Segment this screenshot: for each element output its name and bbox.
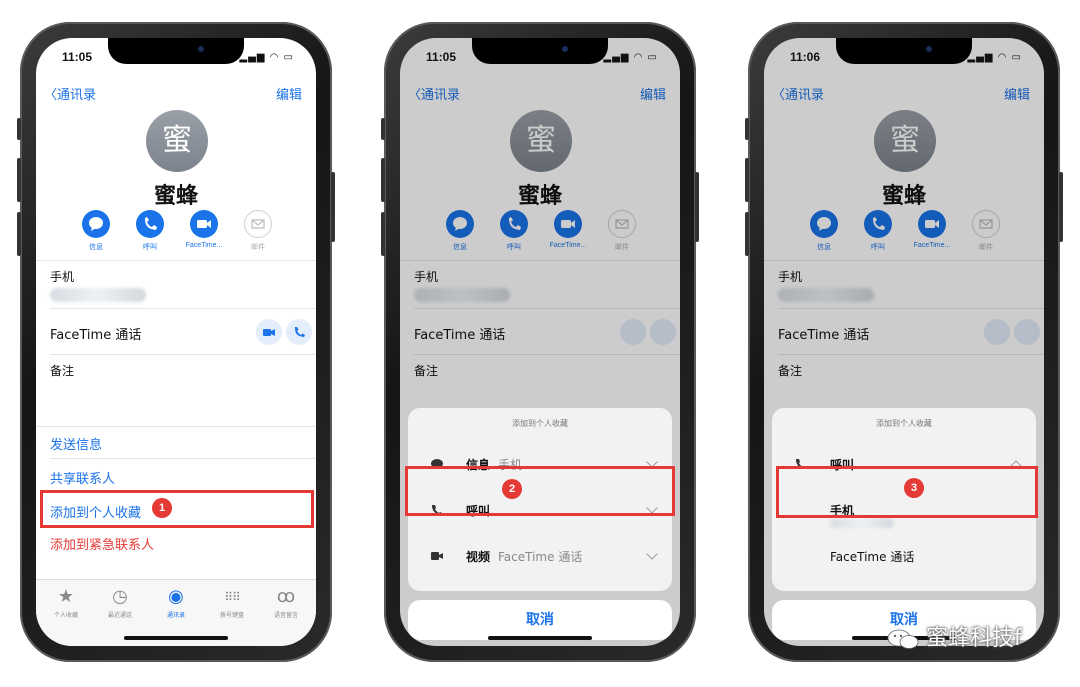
tab-favorites[interactable]: ★ 个人收藏 — [40, 586, 92, 619]
sheet-video-label: 视频 — [466, 550, 491, 564]
favorites-sheet-screen: 11:05 ▂▄▆ ◠ ▭ 〈通讯录 编辑 蜜 蜜蜂 信息 呼叫 FaceTim… — [400, 38, 680, 646]
status-time: 11:05 — [62, 50, 93, 64]
signal-wifi-battery-icon: ▂▄▆ ◠ ▭ — [239, 52, 294, 63]
phone-number-redacted[interactable] — [50, 288, 146, 302]
mail-icon — [251, 219, 265, 229]
cancel-button[interactable]: 取消 — [408, 600, 672, 640]
notch — [108, 38, 244, 64]
chevron-down-icon — [646, 548, 658, 560]
add-emergency-contact-link[interactable]: 添加到紧急联系人 — [50, 534, 154, 553]
sheet-row-video[interactable]: 视频 FaceTime 通话 — [408, 536, 672, 576]
phone-number-redacted — [830, 518, 894, 528]
notes-label: 备注 — [50, 364, 75, 378]
edit-button[interactable]: 编辑 — [276, 84, 302, 103]
tab-voicemail[interactable]: ꝏ 语音留言 — [260, 586, 312, 619]
phone-frame-3: 11:06 ▂▄▆ ◠ ▭ 〈通讯录 编辑 蜜 蜜蜂 信息 呼叫 FaceTim… — [745, 22, 1063, 662]
person-circle-icon: ◉ — [168, 586, 184, 607]
message-action-label: 信息 — [89, 244, 103, 251]
tab-contacts[interactable]: ◉ 通讯录 — [150, 586, 202, 619]
video-camera-icon — [197, 220, 211, 228]
tab-voicemail-label: 语音留言 — [273, 613, 298, 619]
quick-actions: 信息 呼叫 FaceTime... 邮件 — [36, 210, 316, 254]
mobile-label: 手机 — [50, 270, 75, 284]
back-label: 通讯录 — [57, 88, 97, 103]
volume-down-button — [17, 212, 21, 256]
mute-switch — [17, 118, 21, 140]
call-action-label: 呼叫 — [143, 244, 157, 251]
call-options-screen: 11:06 ▂▄▆ ◠ ▭ 〈通讯录 编辑 蜜 蜜蜂 信息 呼叫 FaceTim… — [764, 38, 1044, 646]
highlight-box-1 — [40, 490, 314, 528]
wechat-logo-icon — [886, 628, 920, 650]
sheet-facetime-option: FaceTime 通话 — [830, 550, 915, 564]
video-camera-icon — [263, 329, 275, 336]
step-badge-1: 1 — [152, 498, 172, 518]
facetime-video-button[interactable] — [256, 319, 282, 345]
contact-detail-screen: 11:05 ▂▄▆ ◠ ▭ 〈通讯录 编辑 蜜 蜜蜂 信息 呼叫 FaceTim… — [36, 38, 316, 646]
watermark-text: 蜜蜂科技f — [926, 626, 1022, 651]
sheet-video-sub: FaceTime 通话 — [498, 550, 583, 564]
facetime-action-label: FaceTime... — [185, 242, 223, 249]
mail-action[interactable]: 邮件 — [232, 210, 284, 252]
tab-recents-label: 最近通话 — [107, 613, 132, 619]
call-action[interactable]: 呼叫 — [124, 210, 176, 252]
back-button[interactable]: 〈通讯录 — [44, 84, 96, 103]
signal-wifi-battery-icon: ▂▄▆ ◠ ▭ — [603, 52, 658, 63]
status-time: 11:06 — [790, 50, 821, 64]
chevron-left-icon: 〈 — [44, 88, 58, 103]
voicemail-icon: ꝏ — [276, 586, 296, 607]
volume-up-button — [17, 158, 21, 202]
watermark: 蜜蜂科技f — [886, 620, 1022, 652]
clock-icon: ◷ — [112, 586, 128, 607]
star-icon: ★ — [57, 586, 75, 607]
step-badge-2: 2 — [502, 479, 522, 499]
message-bubble-icon — [89, 217, 103, 231]
home-indicator — [488, 636, 592, 640]
tab-favorites-label: 个人收藏 — [53, 613, 78, 619]
phone-frame-1: 11:05 ▂▄▆ ◠ ▭ 〈通讯录 编辑 蜜 蜜蜂 信息 呼叫 FaceTim… — [17, 22, 335, 662]
facetime-audio-button[interactable] — [286, 319, 312, 345]
phone-icon — [145, 217, 157, 230]
nav-bar: 〈通讯录 编辑 — [36, 82, 316, 106]
keypad-icon: ⠿⠿ — [224, 590, 241, 604]
sheet-option-facetime[interactable]: FaceTime 通话 — [772, 536, 1036, 576]
status-time: 11:05 — [426, 50, 457, 64]
sheet-title: 添加到个人收藏 — [512, 419, 568, 428]
share-contact-link[interactable]: 共享联系人 — [50, 468, 115, 487]
avatar: 蜜 — [146, 110, 208, 172]
tab-keypad[interactable]: ⠿⠿ 拨号键盘 — [206, 586, 258, 619]
mail-action-label: 邮件 — [251, 244, 265, 251]
message-action[interactable]: 信息 — [70, 210, 122, 252]
contact-name: 蜜蜂 — [153, 184, 198, 209]
tab-keypad-label: 拨号键盘 — [219, 613, 244, 619]
facetime-action[interactable]: FaceTime... — [178, 210, 230, 249]
send-message-link[interactable]: 发送信息 — [50, 434, 102, 453]
sheet-title: 添加到个人收藏 — [876, 419, 932, 428]
tab-recents[interactable]: ◷ 最近通话 — [94, 586, 146, 619]
video-camera-icon — [431, 552, 443, 560]
phone-icon — [295, 327, 305, 337]
step-badge-3: 3 — [904, 478, 924, 498]
home-indicator — [124, 636, 228, 640]
power-button — [331, 172, 335, 242]
highlight-box-2 — [405, 466, 675, 516]
phone-frame-2: 11:05 ▂▄▆ ◠ ▭ 〈通讯录 编辑 蜜 蜜蜂 信息 呼叫 FaceTim… — [381, 22, 699, 662]
tab-contacts-label: 通讯录 — [166, 613, 185, 619]
signal-wifi-battery-icon: ▂▄▆ ◠ ▭ — [967, 52, 1022, 63]
